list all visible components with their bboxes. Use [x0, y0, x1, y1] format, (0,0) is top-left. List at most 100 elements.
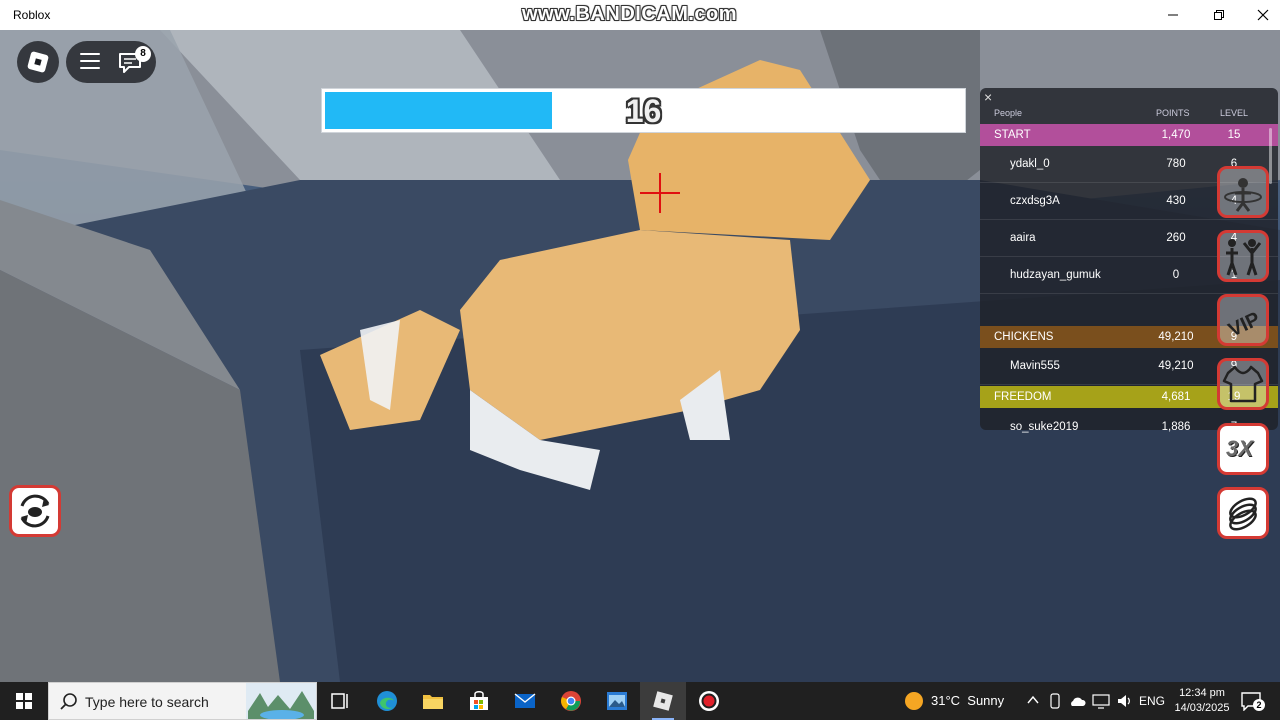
minimize-icon: [1168, 14, 1178, 16]
coil-icon: [1229, 497, 1257, 531]
player-points: 260: [1166, 232, 1186, 244]
vip-button[interactable]: VIP: [1217, 294, 1269, 346]
team-level: 15: [1227, 129, 1241, 141]
store-icon: [470, 691, 488, 710]
taskbar-search-box[interactable]: Type here to search: [48, 682, 317, 720]
task-view-icon: [331, 693, 348, 709]
player-points: 1,886: [1161, 421, 1191, 433]
taskbar-mail[interactable]: [502, 682, 548, 720]
team-name: FREEDOM: [994, 391, 1052, 403]
photos-icon: [607, 692, 627, 710]
speed-3x-icon: 3X: [1226, 436, 1253, 461]
taskbar-edge[interactable]: [364, 682, 410, 720]
team-points: 1,470: [1161, 129, 1191, 141]
respawn-button[interactable]: [9, 485, 61, 537]
svg-text:VIP: VIP: [1225, 308, 1264, 342]
close-icon: [1257, 9, 1269, 21]
mail-icon: [514, 693, 536, 708]
team-name: CHICKENS: [994, 331, 1054, 343]
header-level: LEVEL: [1220, 108, 1249, 118]
taskbar-photos[interactable]: [594, 682, 640, 720]
weather-widget[interactable]: 31°C Sunny: [903, 682, 1013, 720]
speed-3x-button[interactable]: 3X: [1217, 423, 1269, 475]
start-button[interactable]: [0, 682, 48, 720]
game-viewport[interactable]: 8 16 × People POINTS LEVEL START 1,470 1…: [0, 30, 1280, 682]
player-points: 430: [1166, 195, 1186, 207]
close-window-button[interactable]: [1240, 0, 1280, 30]
player-name: so_suke2019: [1010, 421, 1079, 433]
progress-value: 16: [625, 93, 662, 129]
window-title: Roblox: [13, 8, 51, 22]
spin-icon: [1224, 178, 1262, 212]
player-name: ydakl_0: [1010, 158, 1050, 170]
player-name: Mavin555: [1010, 360, 1060, 372]
team-row-start[interactable]: START 1,470 15: [980, 124, 1278, 146]
restore-icon: [1214, 10, 1224, 20]
clock-time: 12:34 pm: [1179, 687, 1225, 699]
player-name: aaira: [1010, 232, 1036, 244]
weather-condition: Sunny: [967, 693, 1005, 708]
windows-logo-icon: [16, 693, 32, 709]
bandicam-watermark: www.BANDICAM.com: [522, 3, 738, 25]
respawn-icon: [20, 494, 50, 528]
header-points: POINTS: [1156, 108, 1190, 118]
edge-icon: [377, 691, 397, 711]
taskbar-store[interactable]: [456, 682, 502, 720]
level-progress-bar: 16: [321, 88, 966, 133]
shirt-button[interactable]: [1217, 358, 1269, 410]
search-highlight-image: [246, 683, 316, 719]
team-points: 49,210: [1158, 331, 1194, 343]
taskbar-bandicam[interactable]: [686, 682, 732, 720]
emote-icon: [1226, 239, 1262, 276]
file-explorer-icon: [423, 695, 443, 709]
notification-count: 2: [1253, 699, 1265, 711]
taskbar-chrome[interactable]: [548, 682, 594, 720]
player-name: czxdsg3A: [1010, 195, 1060, 207]
emote-button[interactable]: [1217, 230, 1269, 282]
usb-device-icon[interactable]: [1048, 693, 1062, 709]
minimize-button[interactable]: [1150, 0, 1196, 30]
roblox-menu-button[interactable]: [17, 41, 59, 83]
player-points: 780: [1166, 158, 1186, 170]
notifications-button[interactable]: 2: [1240, 691, 1265, 713]
leaderboard-scrollbar[interactable]: [1269, 128, 1272, 184]
taskbar-roblox[interactable]: [640, 682, 686, 720]
search-placeholder: Type here to search: [85, 694, 209, 710]
clock-date: 14/03/2025: [1174, 702, 1230, 714]
spin-button[interactable]: [1217, 166, 1269, 218]
volume-icon[interactable]: [1116, 693, 1134, 709]
sun-icon: [905, 692, 923, 710]
player-points: 49,210: [1158, 360, 1194, 372]
windows-taskbar: Type here to search 31°C Sunny ENG 12:34…: [0, 682, 1280, 720]
bandicam-record-icon: [699, 691, 719, 711]
player-points: 0: [1172, 269, 1180, 281]
leaderboard-close-icon[interactable]: ×: [984, 90, 998, 104]
network-icon[interactable]: [1092, 693, 1110, 709]
shirt-icon: [1222, 365, 1264, 403]
chrome-icon: [561, 691, 581, 711]
task-view-button[interactable]: [317, 682, 363, 720]
player-name: hudzayan_gumuk: [1010, 269, 1101, 281]
system-tray: [1022, 682, 1142, 720]
coil-button[interactable]: [1217, 487, 1269, 539]
team-points: 4,681: [1161, 391, 1191, 403]
crosshair-icon: [640, 173, 680, 213]
header-people: People: [994, 108, 1023, 118]
language-indicator[interactable]: ENG: [1139, 694, 1165, 708]
leaderboard-header: People POINTS LEVEL: [980, 106, 1278, 122]
cloud-icon[interactable]: [1068, 693, 1086, 709]
team-name: START: [994, 129, 1031, 141]
roblox-topbar-group: 8: [66, 41, 156, 83]
roblox-icon: [653, 691, 673, 711]
weather-text: 31°C Sunny: [931, 693, 1004, 708]
roblox-logo-icon: [26, 50, 50, 74]
taskbar-clock[interactable]: 12:34 pm 14/03/2025: [1172, 686, 1232, 716]
chevron-up-icon[interactable]: [1026, 693, 1040, 707]
hamburger-menu-icon[interactable]: [80, 53, 100, 71]
chat-unread-badge: 8: [135, 46, 151, 62]
window-titlebar: Roblox www.BANDICAM.com: [0, 0, 1280, 30]
restore-button[interactable]: [1196, 0, 1242, 30]
weather-temp: 31°C: [931, 693, 961, 708]
search-icon: [60, 693, 77, 710]
taskbar-file-explorer[interactable]: [410, 682, 456, 720]
